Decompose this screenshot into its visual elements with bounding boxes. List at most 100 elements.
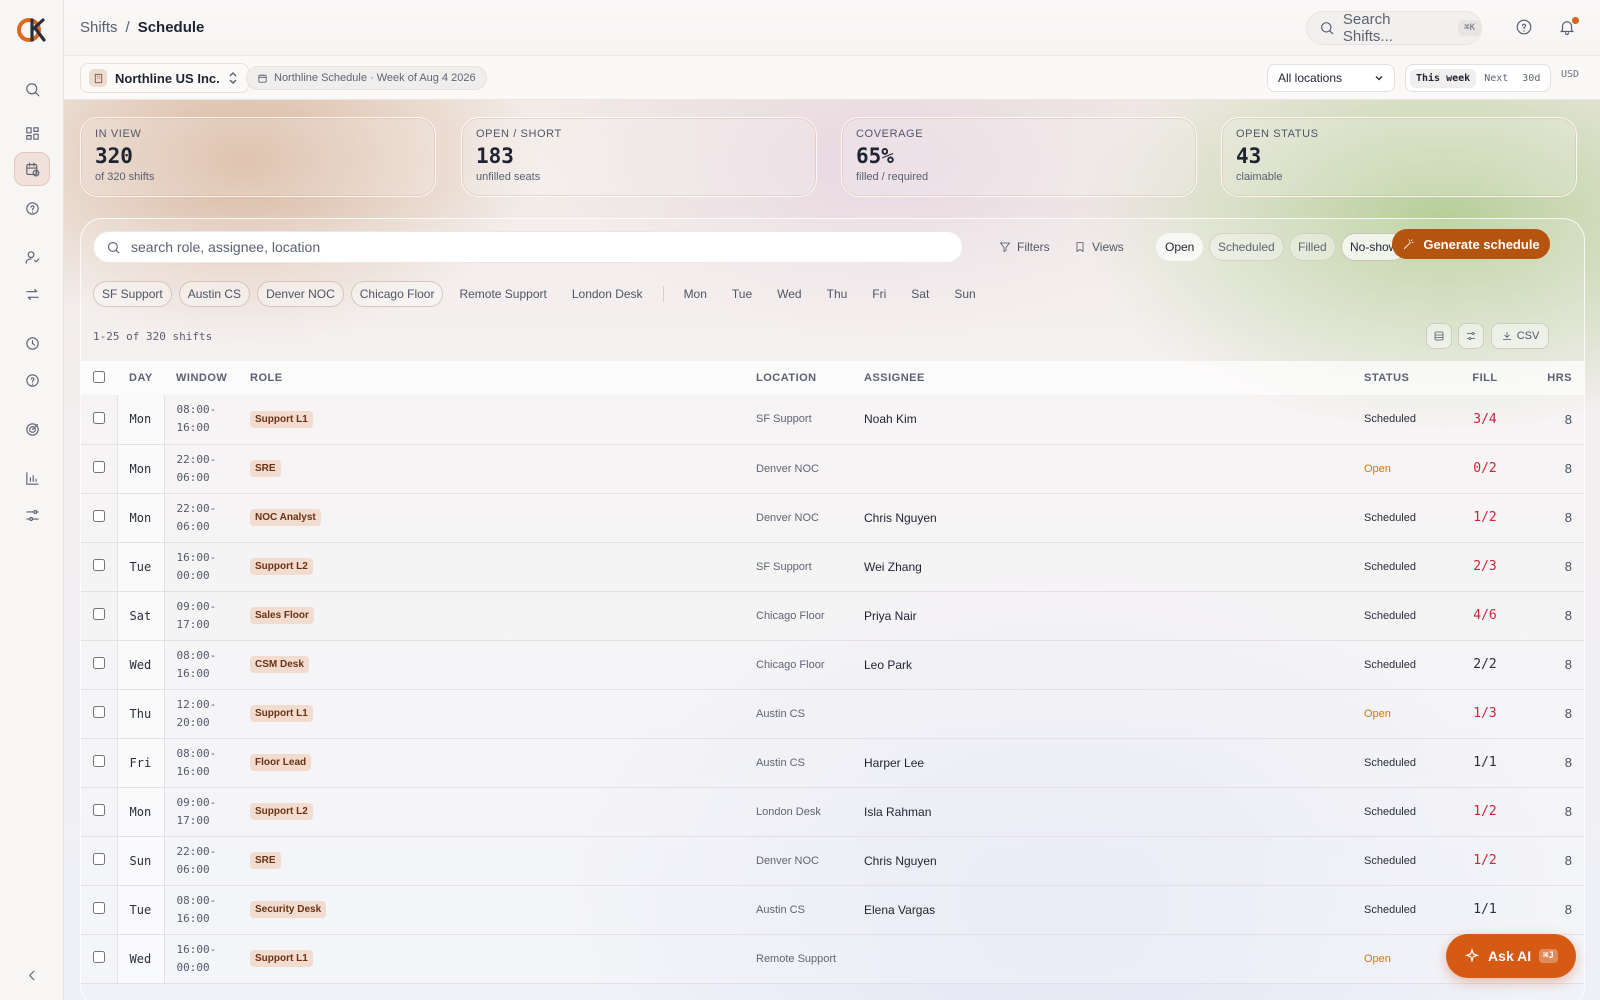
table-row[interactable]: Sat 09:00- 17:00 Sales Floor Chicago Floo… xyxy=(81,591,1584,640)
org-switcher[interactable]: Northline US Inc. xyxy=(80,63,249,93)
assignee-cell[interactable]: Wei Zhang xyxy=(864,542,1364,591)
location-chip-austin-cs[interactable]: Austin CS xyxy=(178,281,251,307)
assignee-cell[interactable]: Leo Park xyxy=(864,640,1364,689)
table-row[interactable]: Sun 22:00- 06:00 SRE Denver NOC Chris Ngu… xyxy=(81,836,1584,885)
status-filter-scheduled[interactable]: Scheduled xyxy=(1209,233,1284,261)
location-chip-chicago-floor[interactable]: Chicago Floor xyxy=(350,281,444,307)
assignee-cell[interactable]: Noah Kim xyxy=(864,395,1364,444)
row-checkbox[interactable] xyxy=(93,804,105,816)
col-role[interactable]: ROLE xyxy=(250,361,756,395)
nav-target-icon[interactable] xyxy=(14,412,50,446)
col-hrs[interactable]: HRS xyxy=(1511,361,1584,395)
day-chip-mon[interactable]: Mon xyxy=(675,281,716,307)
currency-label[interactable]: USD xyxy=(1561,69,1579,80)
assignee-cell[interactable]: Elena Vargas xyxy=(864,885,1364,934)
assignee-cell[interactable]: Harper Lee xyxy=(864,738,1364,787)
role-tag[interactable]: CSM Desk xyxy=(250,656,309,673)
collapse-sidebar-icon[interactable] xyxy=(14,958,50,992)
range-this-week[interactable]: This week xyxy=(1410,68,1477,88)
status-filter-filled[interactable]: Filled xyxy=(1289,233,1336,261)
status-filter-open[interactable]: Open xyxy=(1156,233,1204,261)
location-select[interactable]: All locations xyxy=(1267,64,1395,92)
location-chip-sf-support[interactable]: SF Support xyxy=(93,281,172,307)
row-checkbox[interactable] xyxy=(93,755,105,767)
table-row[interactable]: Mon 22:00- 06:00 NOC Analyst Denver NOC C… xyxy=(81,493,1584,542)
assignee-cell[interactable]: Priya Nair xyxy=(864,591,1364,640)
row-checkbox[interactable] xyxy=(93,559,105,571)
col-fill[interactable]: FILL xyxy=(1459,361,1511,395)
nav-people-icon[interactable] xyxy=(14,240,50,274)
day-chip-fri[interactable]: Fri xyxy=(863,281,895,307)
nav-reports-icon[interactable] xyxy=(14,461,50,495)
location-chip-denver-noc[interactable]: Denver NOC xyxy=(257,281,344,307)
nav-faq-icon[interactable] xyxy=(14,363,50,397)
nav-search-icon[interactable] xyxy=(14,72,50,106)
range-30d[interactable]: 30d xyxy=(1516,69,1546,88)
col-status[interactable]: STATUS xyxy=(1364,361,1459,395)
generate-schedule-button[interactable]: Generate schedule xyxy=(1392,229,1550,259)
nav-help-icon[interactable] xyxy=(14,191,50,225)
table-row[interactable]: Wed 16:00- 00:00 Support L1 Remote Suppor… xyxy=(81,934,1584,983)
global-search-input[interactable]: Search Shifts... ⌘K xyxy=(1306,11,1482,45)
table-row[interactable]: Tue 08:00- 16:00 Security Desk Austin CS … xyxy=(81,885,1584,934)
nav-swap-icon[interactable] xyxy=(14,277,50,311)
day-chip-wed[interactable]: Wed xyxy=(768,281,810,307)
table-row[interactable]: Thu 12:00- 20:00 Support L1 Austin CS Ope… xyxy=(81,689,1584,738)
assignee-cell[interactable]: Chris Nguyen xyxy=(864,836,1364,885)
role-tag[interactable]: Support L2 xyxy=(250,558,313,575)
role-tag[interactable]: Support L1 xyxy=(250,950,313,967)
assignee-cell[interactable] xyxy=(864,444,1364,493)
role-tag[interactable]: Support L2 xyxy=(250,803,313,820)
col-assignee[interactable]: ASSIGNEE xyxy=(864,361,1364,395)
nav-schedule-icon[interactable] xyxy=(14,152,50,186)
row-checkbox[interactable] xyxy=(93,951,105,963)
assignee-cell[interactable]: Isla Rahman xyxy=(864,787,1364,836)
filters-button[interactable]: Filters xyxy=(999,233,1050,261)
role-tag[interactable]: Floor Lead xyxy=(250,754,312,771)
col-location[interactable]: LOCATION xyxy=(756,361,864,395)
location-chip-remote-support[interactable]: Remote Support xyxy=(450,281,555,307)
app-logo[interactable] xyxy=(16,16,48,44)
table-row[interactable]: Wed 08:00- 16:00 CSM Desk Chicago Floor L… xyxy=(81,640,1584,689)
day-chip-tue[interactable]: Tue xyxy=(723,281,761,307)
row-checkbox[interactable] xyxy=(93,411,105,424)
table-row[interactable]: Mon 09:00- 17:00 Support L2 London Desk I… xyxy=(81,787,1584,836)
nav-clock-icon[interactable] xyxy=(14,326,50,360)
day-chip-sun[interactable]: Sun xyxy=(945,281,984,307)
role-tag[interactable]: Sales Floor xyxy=(250,607,314,624)
table-density-icon[interactable] xyxy=(1426,323,1452,349)
table-row[interactable]: Mon 22:00- 06:00 SRE Denver NOC Open 0/2 … xyxy=(81,444,1584,493)
nav-settings-icon[interactable] xyxy=(14,498,50,532)
row-checkbox[interactable] xyxy=(93,657,105,669)
views-button[interactable]: Views xyxy=(1074,233,1124,261)
table-row[interactable]: Fri 08:00- 16:00 Floor Lead Austin CS Har… xyxy=(81,738,1584,787)
select-all-checkbox[interactable] xyxy=(93,370,105,383)
breadcrumb-parent[interactable]: Shifts xyxy=(80,19,118,36)
nav-dashboard-icon[interactable] xyxy=(14,116,50,150)
role-tag[interactable]: NOC Analyst xyxy=(250,509,321,526)
assignee-cell[interactable] xyxy=(864,689,1364,738)
row-checkbox[interactable] xyxy=(93,902,105,914)
row-checkbox[interactable] xyxy=(93,706,105,718)
table-search-input[interactable]: search role, assignee, location xyxy=(93,231,963,263)
table-row[interactable]: Mon 08:00- 16:00 Support L1 SF Support No… xyxy=(81,395,1584,444)
role-tag[interactable]: SRE xyxy=(250,460,281,477)
row-checkbox[interactable] xyxy=(93,853,105,865)
row-checkbox[interactable] xyxy=(93,608,105,620)
range-next[interactable]: Next xyxy=(1478,69,1514,88)
role-tag[interactable]: Security Desk xyxy=(250,901,327,918)
location-chip-london-desk[interactable]: London Desk xyxy=(563,281,652,307)
day-chip-thu[interactable]: Thu xyxy=(818,281,857,307)
day-chip-sat[interactable]: Sat xyxy=(902,281,938,307)
help-icon[interactable] xyxy=(1515,18,1535,38)
notifications-bell-icon[interactable] xyxy=(1558,17,1579,38)
assignee-cell[interactable] xyxy=(864,934,1364,983)
assignee-cell[interactable]: Chris Nguyen xyxy=(864,493,1364,542)
col-window[interactable]: WINDOW xyxy=(164,361,250,395)
row-checkbox[interactable] xyxy=(93,510,105,522)
column-settings-icon[interactable] xyxy=(1458,323,1484,349)
table-row[interactable]: Tue 16:00- 00:00 Support L2 SF Support We… xyxy=(81,542,1584,591)
role-tag[interactable]: Support L1 xyxy=(250,410,313,428)
ask-ai-button[interactable]: Ask AI ⌘J xyxy=(1446,934,1576,978)
schedule-chip[interactable]: Northline Schedule · Week of Aug 4 2026 xyxy=(246,66,487,90)
